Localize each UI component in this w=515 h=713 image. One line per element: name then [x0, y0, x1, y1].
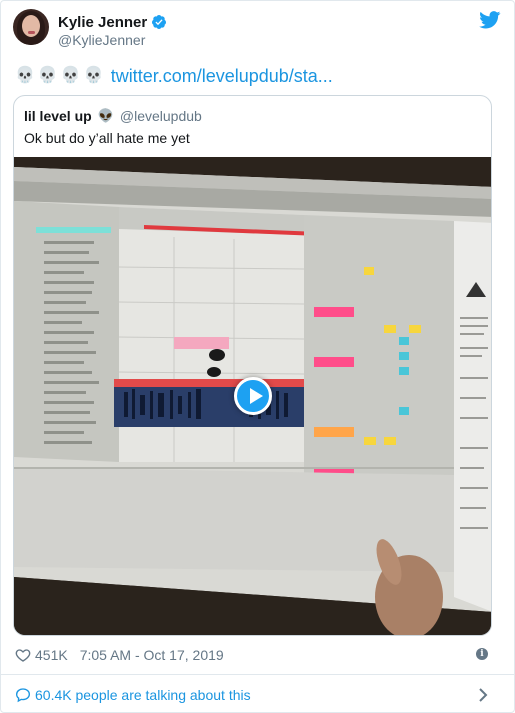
tweet-text: 💀 💀 💀 💀 twitter.com/levelupdub/sta...	[15, 65, 333, 87]
like-count[interactable]: 451K	[35, 647, 68, 663]
comment-bubble-icon	[15, 688, 31, 703]
quoted-tweet-header: lil level up 👽 @levelupdub	[24, 108, 202, 124]
verified-badge-icon	[152, 15, 167, 29]
quoted-display-name: lil level up	[24, 108, 92, 124]
quoted-handle: @levelupdub	[119, 108, 202, 124]
skull-icon: 💀	[83, 67, 104, 84]
talking-text: 60.4K people are talking about this	[35, 687, 251, 703]
quoted-avatar-emoji: 👽	[97, 108, 114, 123]
divider	[1, 674, 515, 675]
quoted-tweet[interactable]: lil level up 👽 @levelupdub Ok but do y’a…	[13, 95, 492, 636]
tweet-link[interactable]: twitter.com/levelupdub/sta...	[111, 65, 333, 87]
tweet-meta: 451K 7:05 AM - Oct 17, 2019	[15, 645, 224, 665]
author-name-row[interactable]: Kylie Jenner	[58, 13, 167, 31]
author-avatar[interactable]	[13, 9, 49, 45]
talking-about-link[interactable]: 60.4K people are talking about this	[15, 685, 251, 705]
info-icon[interactable]: i	[476, 648, 488, 660]
tweet-header: Kylie Jenner @KylieJenner	[13, 9, 501, 49]
quoted-text: Ok but do y’all hate me yet	[24, 130, 190, 146]
skull-icon: 💀	[15, 67, 35, 84]
author-handle[interactable]: @KylieJenner	[58, 32, 145, 48]
tweet-card: Kylie Jenner @KylieJenner 💀 💀 💀 💀 twitte…	[0, 0, 515, 713]
heart-icon[interactable]	[15, 647, 31, 663]
tweet-timestamp[interactable]: 7:05 AM - Oct 17, 2019	[80, 647, 224, 663]
skull-icon: 💀	[60, 67, 81, 84]
author-display-name[interactable]: Kylie Jenner	[58, 14, 147, 31]
twitter-bird-icon[interactable]	[479, 11, 501, 29]
chevron-right-icon[interactable]	[478, 687, 488, 703]
video-player[interactable]	[14, 157, 491, 635]
skull-icon: 💀	[37, 67, 58, 84]
play-icon[interactable]	[234, 377, 272, 415]
